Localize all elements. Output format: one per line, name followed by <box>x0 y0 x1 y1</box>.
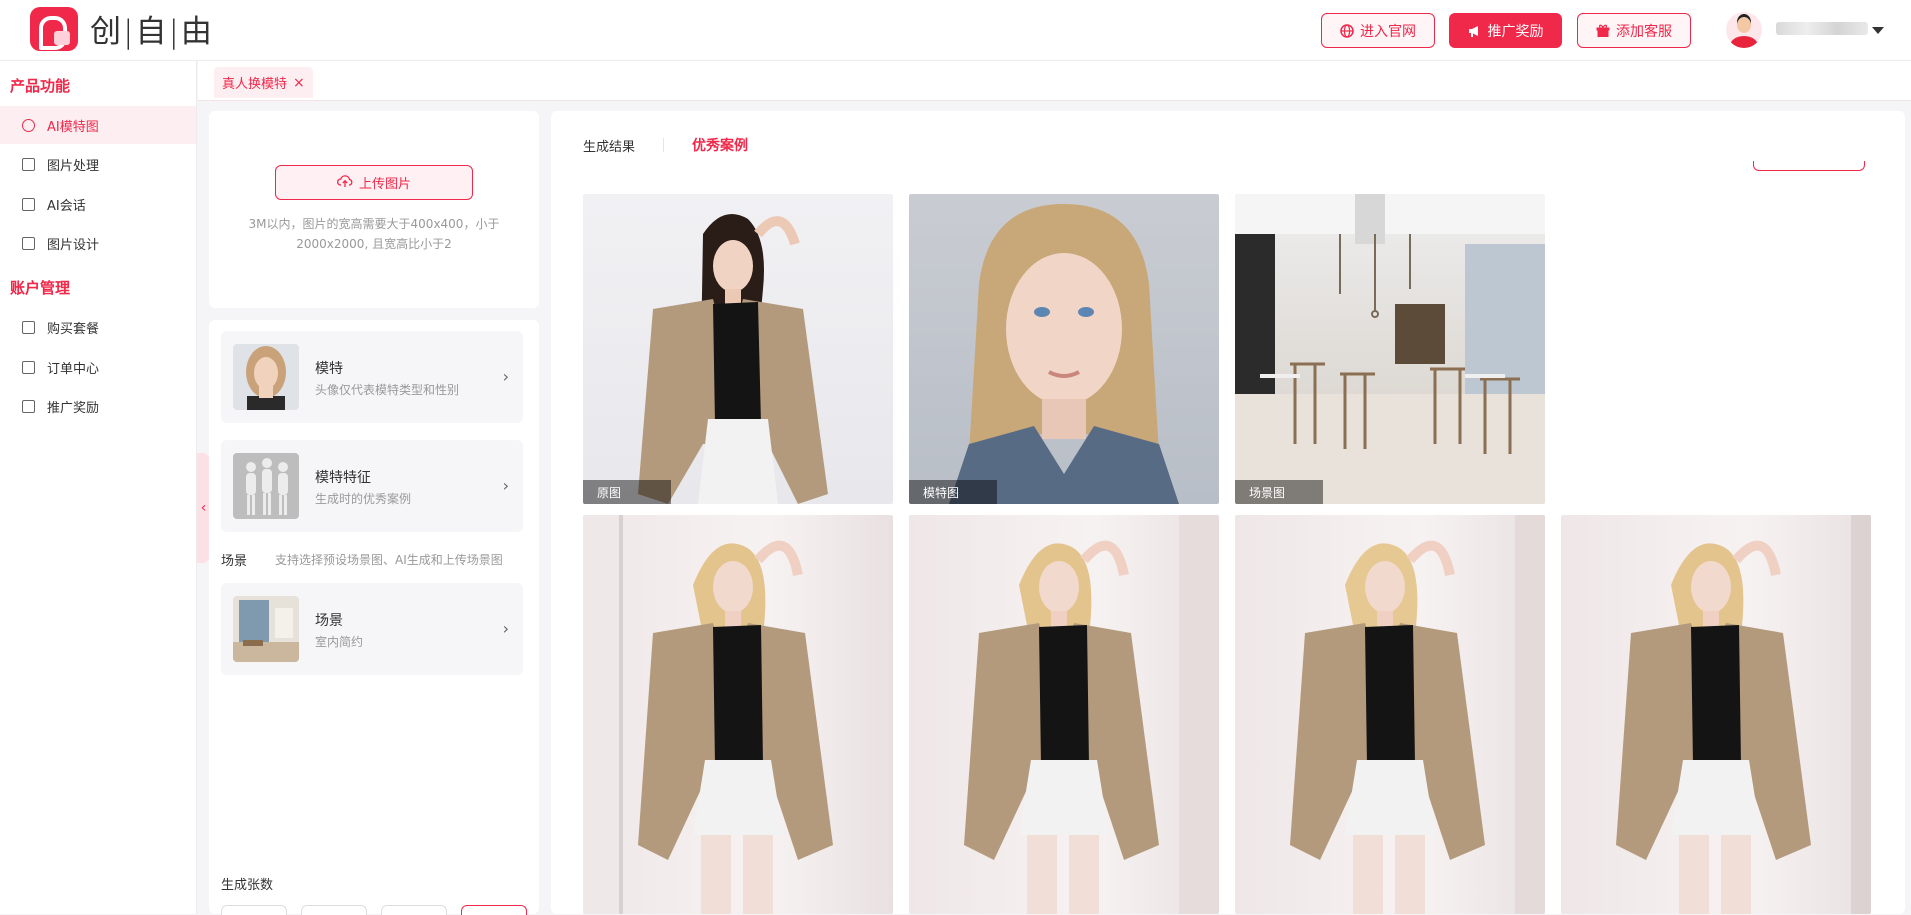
model-feature-title: 模特特征 <box>315 470 371 486</box>
blonde-model-result-image <box>964 515 1219 914</box>
sidebar-item-label: 图片设计 <box>47 237 100 253</box>
options-panel: 模特 头像仅代表模特类型和性别 › 模特特征 生成时的优秀案例 › 场景 支持选… <box>209 320 539 915</box>
tab-label: 真人换模特 <box>222 77 288 92</box>
blonde-model-result-image <box>583 515 833 914</box>
logo-icon <box>30 6 78 51</box>
tab-divider <box>663 138 665 152</box>
model-option[interactable]: 模特 头像仅代表模特类型和性别 › <box>221 331 523 423</box>
sidebar-item-label: 购买套餐 <box>47 321 100 337</box>
scene-image[interactable]: 场景图 <box>1235 194 1545 504</box>
add-support-button[interactable]: 添加客服 <box>1577 13 1691 48</box>
image-caption: 模特图 <box>909 480 997 504</box>
design-icon <box>22 236 35 250</box>
result-image[interactable] <box>1561 515 1871 914</box>
upload-panel: 上传图片 3M以内，图片的宽高需要大于400x400，小于2000x2000, … <box>209 111 539 308</box>
model-option-subtitle: 头像仅代表模特类型和性别 <box>315 383 460 397</box>
sidebar-item-label: AI模特图 <box>47 119 99 135</box>
brand-name: 创|自|由 <box>90 14 214 50</box>
blonde-model-result-image <box>1616 515 1871 914</box>
sidebar-item-orders[interactable]: 订单中心 <box>0 348 196 386</box>
user-avatar[interactable] <box>1726 12 1762 48</box>
model-portrait-image <box>949 204 1179 504</box>
cloud-upload-icon <box>337 174 353 192</box>
model-figure-image <box>638 214 828 504</box>
section-title-products: 产品功能 <box>10 77 71 95</box>
sidebar-item-buy-plan[interactable]: 购买套餐 <box>0 308 196 346</box>
model-option-title: 模特 <box>315 361 343 377</box>
generate-count-label: 生成张数 <box>221 878 274 893</box>
tab-generated-results[interactable]: 生成结果 <box>583 136 635 155</box>
order-icon <box>22 360 35 374</box>
scene-section-label: 场景 <box>221 554 248 569</box>
result-image[interactable] <box>909 515 1219 914</box>
promotion-reward-button[interactable]: 推广奖励 <box>1449 13 1562 48</box>
tab-bar: 真人换模特 × <box>198 61 1911 101</box>
result-image[interactable] <box>583 515 893 914</box>
model-icon <box>22 118 35 132</box>
promotion-reward-label: 推广奖励 <box>1487 23 1544 40</box>
result-image[interactable] <box>1235 515 1545 914</box>
scene-option-subtitle: 室内简约 <box>315 635 364 649</box>
upload-hint: 3M以内，图片的宽高需要大于400x400，小于2000x2000, 且宽高比小… <box>248 217 500 251</box>
scene-option-title: 场景 <box>315 613 343 629</box>
room-scene-thumb <box>233 596 299 662</box>
chevron-right-icon: › <box>502 619 509 638</box>
sidebar-item-image-design[interactable]: 图片设计 <box>0 224 196 262</box>
scene-option[interactable]: 场景 室内简约 › <box>221 583 523 675</box>
image-caption: 场景图 <box>1235 480 1323 504</box>
model-feature-option[interactable]: 模特特征 生成时的优秀案例 › <box>221 440 523 532</box>
chat-icon <box>22 197 35 211</box>
model-portrait-thumb <box>233 344 299 410</box>
sidebar-item-ai-model[interactable]: AI模特图 <box>0 106 196 144</box>
chevron-right-icon: › <box>502 476 509 495</box>
cart-icon <box>22 320 35 334</box>
add-support-label: 添加客服 <box>1616 23 1672 40</box>
scene-section-hint: 支持选择预设场景图、AI生成和上传场景图 <box>275 553 503 567</box>
image-icon <box>22 157 35 171</box>
top-header: 创|自|由 进入官网 推广奖励 添加客服 <box>0 0 1911 61</box>
sidebar-item-image-processing[interactable]: 图片处理 <box>0 145 196 183</box>
partial-button[interactable] <box>1753 161 1865 171</box>
sidebar: 产品功能 AI模特图 图片处理 AI会话 图片设计 账户管理 购买套餐 订单中心… <box>0 61 197 914</box>
model-feature-subtitle: 生成时的优秀案例 <box>315 492 412 506</box>
user-name-blurred[interactable] <box>1776 22 1868 35</box>
megaphone-icon <box>1468 24 1482 38</box>
blonde-model-result-image <box>1290 515 1545 914</box>
official-site-button[interactable]: 进入官网 <box>1321 13 1435 48</box>
original-image[interactable]: 原图 <box>583 194 893 504</box>
close-icon[interactable]: × <box>293 75 305 91</box>
sidebar-item-label: 订单中心 <box>47 361 100 377</box>
sidebar-item-label: 图片处理 <box>47 158 100 174</box>
sidebar-item-label: AI会话 <box>47 198 86 214</box>
gift-icon <box>1596 24 1610 38</box>
globe-icon <box>1340 23 1354 38</box>
tab-excellent-cases[interactable]: 优秀案例 <box>692 135 748 155</box>
official-site-label: 进入官网 <box>1360 23 1416 40</box>
cafe-scene-image <box>1235 194 1545 504</box>
section-title-account: 账户管理 <box>10 279 71 297</box>
image-caption: 原图 <box>583 480 671 504</box>
tab-real-person-model[interactable]: 真人换模特 × <box>214 67 313 98</box>
chevron-left-icon: ‹ <box>200 500 207 516</box>
chevron-down-icon[interactable] <box>1872 27 1884 34</box>
chevron-right-icon: › <box>502 367 509 386</box>
upload-image-button[interactable]: 上传图片 <box>275 165 473 200</box>
sidebar-item-promotion[interactable]: 推广奖励 <box>0 387 196 425</box>
upload-image-label: 上传图片 <box>358 177 411 192</box>
sidebar-item-ai-chat[interactable]: AI会话 <box>0 185 196 223</box>
result-tabs: 生成结果 优秀案例 <box>583 135 748 155</box>
sidebar-item-label: 推广奖励 <box>47 400 100 416</box>
megaphone-icon <box>22 399 35 413</box>
mannequins-thumb <box>233 453 299 519</box>
model-image[interactable]: 模特图 <box>909 194 1219 504</box>
results-panel: 生成结果 优秀案例 原图 模特图 场景图 <box>551 111 1905 914</box>
brand-logo[interactable]: 创|自|由 <box>30 6 214 51</box>
